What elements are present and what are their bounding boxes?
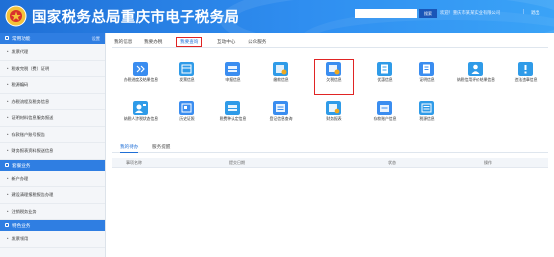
sub-tabs: 我的待办 服务提醒 [112,143,548,153]
sidebar-group-title: 特色业务 [12,223,31,228]
tile-label: 办税进度及结果信息 [123,78,159,82]
tax-type-icon [225,101,240,115]
logout-link[interactable]: 退出 [531,10,540,16]
menu-icon [5,36,9,41]
sidebar-item[interactable]: 新户办理 [0,171,105,187]
tile-invoice[interactable]: 发票信息 [170,62,204,92]
site-title: 国家税务总局重庆市电子税务局 [32,10,240,26]
payment-icon [273,62,288,76]
preference-icon [377,62,392,76]
search-input[interactable] [355,9,417,18]
tab-divider [112,47,548,48]
user-info[interactable]: 欢迎！重庆市某某实业有限公司 [440,10,500,16]
column-header: 事项名称 [126,160,142,165]
site-header: 国家税务总局重庆市电子税务局 搜索 欢迎！重庆市某某实业有限公司 | 退出 [0,0,554,33]
tile-label: 税源信息 [419,117,435,121]
tab-query[interactable]: 我要查询 [176,37,203,47]
sidebar-item[interactable]: 发票代理 [0,44,105,61]
certificate-icon [419,62,434,76]
history-icon [179,101,194,115]
tile-label: 纳税人涉税状态信息 [123,117,159,121]
tile-label: 发票信息 [179,78,195,82]
tile-financial-report[interactable]: 财务报表 [317,101,351,131]
package-icon [5,162,9,167]
tax-source-icon [419,101,434,115]
table-header: 事项名称 提交日期 状态 操作 [112,158,548,168]
tile-progress[interactable]: 办税进度及结果信息 [124,62,158,92]
tile-label: 缴款信息 [273,78,289,82]
tile-history[interactable]: 历史证照 [170,101,204,131]
main-content: 我的信息 我要办税 我要查询 互动中心 公众服务 办税进度及结果信息 发票信息 … [106,33,554,257]
sidebar-group-title: 常用功能 [12,36,31,41]
sidebar-settings-link[interactable]: 设置 [92,33,100,44]
tile-label: 存款账户信息 [373,117,397,121]
tile-violation[interactable]: 违法违章信息 [509,62,543,92]
sidebar: 常用功能 设置 发票代理 税收完税（费）证明 税源编码 办税流程及税务信息 证明… [0,33,106,257]
tile-label: 税费种认定信息 [219,117,247,121]
column-header: 状态 [388,160,396,165]
arrears-icon [326,62,341,76]
sidebar-group-special[interactable]: 特色业务 [0,220,105,231]
tile-preference[interactable]: 优惠信息 [368,62,402,92]
tab-interaction[interactable]: 互动中心 [217,37,235,47]
sidebar-group-package[interactable]: 套餐业务 [0,159,105,171]
registration-icon [273,101,288,115]
bank-account-icon [377,101,392,115]
header-separator: | [523,9,525,15]
invoice-icon [179,62,194,76]
column-header: 操作 [484,160,492,165]
sidebar-item[interactable]: 存款账户账号报告 [0,127,105,143]
tile-label: 申报信息 [225,78,241,82]
sidebar-item[interactable]: 财务报表资料报送信息 [0,143,105,160]
sidebar-item[interactable]: 税源编码 [0,77,105,94]
credit-icon [468,62,483,76]
sidebar-item[interactable]: 建设清理报税报告办理 [0,187,105,204]
sidebar-item[interactable]: 证明材料信息服务报送 [0,110,105,127]
tile-declaration[interactable]: 申报信息 [216,62,250,92]
tile-tax-type[interactable]: 税费种认定信息 [216,101,250,131]
sidebar-item[interactable]: 税收完税（费）证明 [0,61,105,77]
tile-label: 财务报表 [326,117,342,121]
tile-label: 纳税信用评价结果信息 [457,78,495,82]
progress-icon [133,62,148,76]
tab-my-info[interactable]: 我的信息 [114,37,132,47]
sidebar-item[interactable]: 发票领用 [0,231,105,248]
tile-registration[interactable]: 登记信息查询 [264,101,298,131]
tile-status[interactable]: 纳税人涉税状态信息 [124,101,158,131]
sidebar-item[interactable]: 注销税务业务 [0,204,105,220]
tile-payment[interactable]: 缴款信息 [264,62,298,92]
column-header: 提交日期 [229,160,245,165]
tab-tax-handling[interactable]: 我要办税 [144,37,162,47]
tile-label: 违法违章信息 [514,78,538,82]
tile-tax-source[interactable]: 税源信息 [410,101,444,131]
tile-label: 欠税信息 [326,78,342,82]
tab-service-reminder[interactable]: 服务提醒 [152,144,170,150]
sidebar-group-common[interactable]: 常用功能 设置 [0,33,105,44]
tile-label: 历史证照 [179,117,195,121]
tab-my-todo[interactable]: 我的待办 [120,144,139,153]
tile-arrears[interactable]: 欠税信息 [314,59,354,95]
violation-icon [518,62,533,76]
tab-public-service[interactable]: 公众服务 [248,37,266,47]
tax-emblem-icon [5,5,27,27]
tile-label: 优惠信息 [377,78,393,82]
tile-credit[interactable]: 纳税信用评价结果信息 [457,62,495,92]
star-icon [5,223,9,228]
sidebar-group-title: 套餐业务 [12,162,31,168]
tile-label: 登记信息查询 [269,117,293,121]
report-icon [326,101,341,115]
tile-label: 证明信息 [419,78,435,82]
declaration-icon [225,62,240,76]
tile-certificate[interactable]: 证明信息 [410,62,444,92]
tile-bank-account[interactable]: 存款账户信息 [368,101,402,131]
sidebar-item[interactable]: 办税流程及税务信息 [0,94,105,110]
status-icon [133,101,148,115]
search-button[interactable]: 搜索 [419,9,437,18]
